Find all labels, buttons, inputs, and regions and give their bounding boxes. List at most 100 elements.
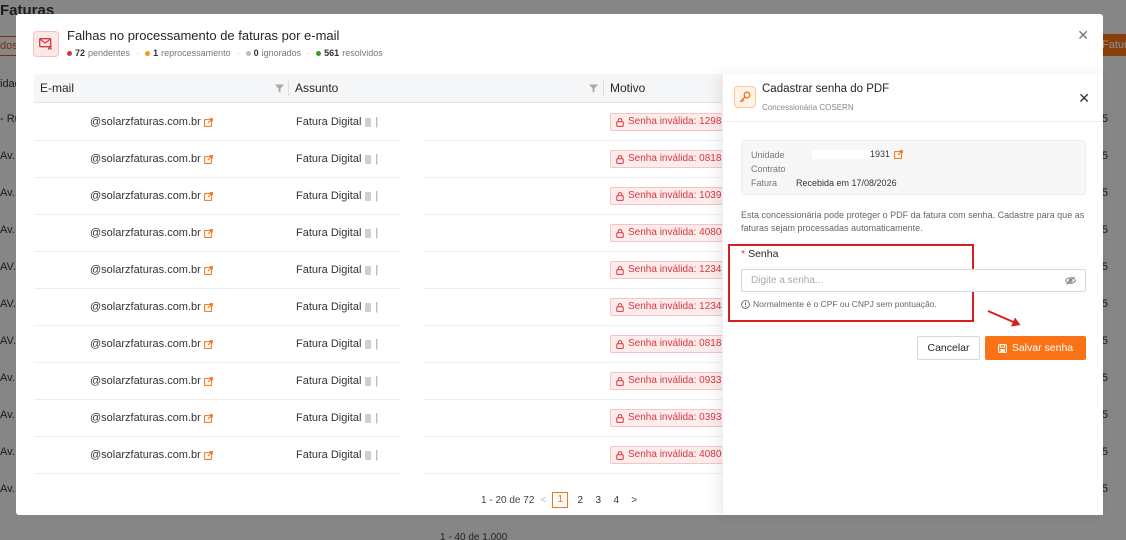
info-value-invoice: Recebida em 17/08/2026 <box>796 178 897 188</box>
password-label-text: Senha <box>748 248 779 260</box>
status-dot <box>316 50 322 56</box>
subject-text: Fatura Digital <box>296 338 362 350</box>
email-cell: @solarzfaturas.com.br <box>90 227 213 239</box>
reason-badge[interactable]: Senha inválida: 03938 <box>610 409 734 427</box>
lock-icon <box>616 339 624 349</box>
info-value-unit: 1931 <box>870 149 903 159</box>
email-address: @solarzfaturas.com.br <box>90 190 201 202</box>
email-address: @solarzfaturas.com.br <box>90 338 201 350</box>
email-address: @solarzfaturas.com.br <box>90 412 201 424</box>
subject-separator: | <box>375 449 379 461</box>
filter-icon[interactable] <box>589 84 598 93</box>
table-row[interactable]: @solarzfaturas.com.br Fatura Digital | Senh… <box>34 252 746 289</box>
external-link-icon[interactable] <box>203 265 213 275</box>
external-link-icon[interactable] <box>203 117 213 127</box>
reason-text: Senha inválida: 09337 <box>628 375 727 386</box>
lock-icon <box>616 154 624 164</box>
subject-cell: Fatura Digital | <box>296 412 378 424</box>
email-address: @solarzfaturas.com.br <box>90 301 201 313</box>
reason-badge[interactable]: Senha inválida: 40800 <box>610 446 734 464</box>
cancel-button[interactable]: Cancelar <box>917 336 980 360</box>
column-email[interactable]: E-mail <box>34 74 74 103</box>
lock-icon <box>616 413 624 423</box>
column-subject[interactable]: Assunto <box>289 74 338 103</box>
close-icon[interactable]: ✕ <box>1077 27 1089 44</box>
table-row[interactable]: @solarzfaturas.com.br Fatura Digital | Senh… <box>34 104 740 141</box>
panel-subtitle: Concessionária COSERN <box>762 103 854 112</box>
reason-badge[interactable]: Senha inválida: 08188 <box>610 335 734 353</box>
password-input[interactable] <box>741 269 1086 292</box>
reason-badge[interactable]: Senha inválida: 08188 <box>610 150 734 168</box>
subject-cell: Fatura Digital | <box>296 153 378 165</box>
table-row[interactable]: @solarzfaturas.com.br Fatura Digital | Senh… <box>34 437 740 474</box>
next-page-icon[interactable]: > <box>628 495 640 506</box>
subject-cell: Fatura Digital | <box>296 116 378 128</box>
lock-icon <box>616 302 624 312</box>
redacted-area <box>400 104 424 141</box>
status-dot <box>67 50 72 56</box>
page-2-button[interactable]: 2 <box>574 495 586 506</box>
stat-count: 561 <box>324 48 340 58</box>
stat-separator: · <box>136 48 140 58</box>
external-link-icon[interactable] <box>894 149 903 159</box>
external-link-icon[interactable] <box>203 339 213 349</box>
close-icon[interactable]: ✕ <box>1078 90 1090 107</box>
subject-text: Fatura Digital <box>296 190 362 202</box>
external-link-icon[interactable] <box>203 154 213 164</box>
external-link-icon[interactable] <box>203 228 213 238</box>
external-link-icon[interactable] <box>203 450 213 460</box>
pagination-range: 1 - 20 de 72 <box>481 494 535 506</box>
table-header: E-mail Assunto Motivo <box>34 74 740 103</box>
page-1-button[interactable]: 1 <box>552 492 569 508</box>
external-link-icon[interactable] <box>203 191 213 201</box>
save-password-button[interactable]: Salvar senha <box>985 336 1086 360</box>
subject-separator: | <box>375 375 379 387</box>
page-3-button[interactable]: 3 <box>592 495 604 506</box>
document-icon <box>365 191 372 201</box>
lock-icon <box>616 117 624 127</box>
table-row[interactable]: @solarzfaturas.com.br Fatura Digital | Senh… <box>34 141 740 178</box>
external-link-icon[interactable] <box>203 413 213 423</box>
subject-text: Fatura Digital <box>296 227 362 239</box>
email-address: @solarzfaturas.com.br <box>90 375 201 387</box>
invoice-info-box: Unidade 1931 Contrato Fatura Recebida em… <box>741 140 1086 195</box>
column-reason[interactable]: Motivo <box>604 74 645 103</box>
table-row[interactable]: @solarzfaturas.com.br Fatura Digital | Senh… <box>34 215 740 252</box>
table-row[interactable]: @solarzfaturas.com.br Fatura Digital | Senh… <box>34 363 740 400</box>
modal-title: Falhas no processamento de faturas por e… <box>67 28 340 43</box>
prev-page-icon[interactable]: < <box>540 495 546 506</box>
subject-separator: | <box>375 301 379 313</box>
filter-icon[interactable] <box>275 84 284 93</box>
info-label-unit: Unidade <box>751 150 785 160</box>
table-row[interactable]: @solarzfaturas.com.br Fatura Digital | Senh… <box>34 326 740 363</box>
subject-text: Fatura Digital <box>296 116 362 128</box>
reason-badge[interactable]: Senha inválida: 12983 <box>610 113 734 131</box>
redacted-area <box>400 141 424 178</box>
stat-label: ignorados <box>261 48 302 58</box>
reason-badge[interactable]: Senha inválida: 40800 <box>610 224 734 242</box>
table-row[interactable]: @solarzfaturas.com.br Fatura Digital | Senh… <box>34 178 740 215</box>
subject-separator: | <box>375 190 379 202</box>
reason-text: Senha inválida: 08188 <box>628 153 727 164</box>
subject-separator: | <box>375 116 379 128</box>
status-dot <box>245 50 251 56</box>
status-stat: 72 pendentes <box>67 48 130 58</box>
external-link-icon[interactable] <box>203 376 213 386</box>
subject-cell: Fatura Digital | <box>296 375 378 387</box>
table-row[interactable]: @solarzfaturas.com.br Fatura Digital | Senh… <box>34 400 740 437</box>
eye-off-icon[interactable] <box>1065 276 1076 285</box>
subject-cell: Fatura Digital | <box>296 227 378 239</box>
password-hint: Normalmente é o CPF ou CNPJ sem pontuaçã… <box>741 299 937 309</box>
redacted-area <box>400 178 424 215</box>
reason-badge[interactable]: Senha inválida: 09337 <box>610 372 734 390</box>
external-link-icon[interactable] <box>203 302 213 312</box>
info-icon <box>741 299 750 309</box>
email-cell: @solarzfaturas.com.br <box>90 338 213 350</box>
reason-badge[interactable]: Senha inválida: 10396 <box>610 187 734 205</box>
subject-text: Fatura Digital <box>296 301 362 313</box>
page-4-button[interactable]: 4 <box>610 495 622 506</box>
email-address: @solarzfaturas.com.br <box>90 264 201 276</box>
status-stat: 1 reprocessamento <box>145 48 231 58</box>
email-cell: @solarzfaturas.com.br <box>90 412 213 424</box>
table-row[interactable]: @solarzfaturas.com.br Fatura Digital | Senh… <box>34 289 746 326</box>
